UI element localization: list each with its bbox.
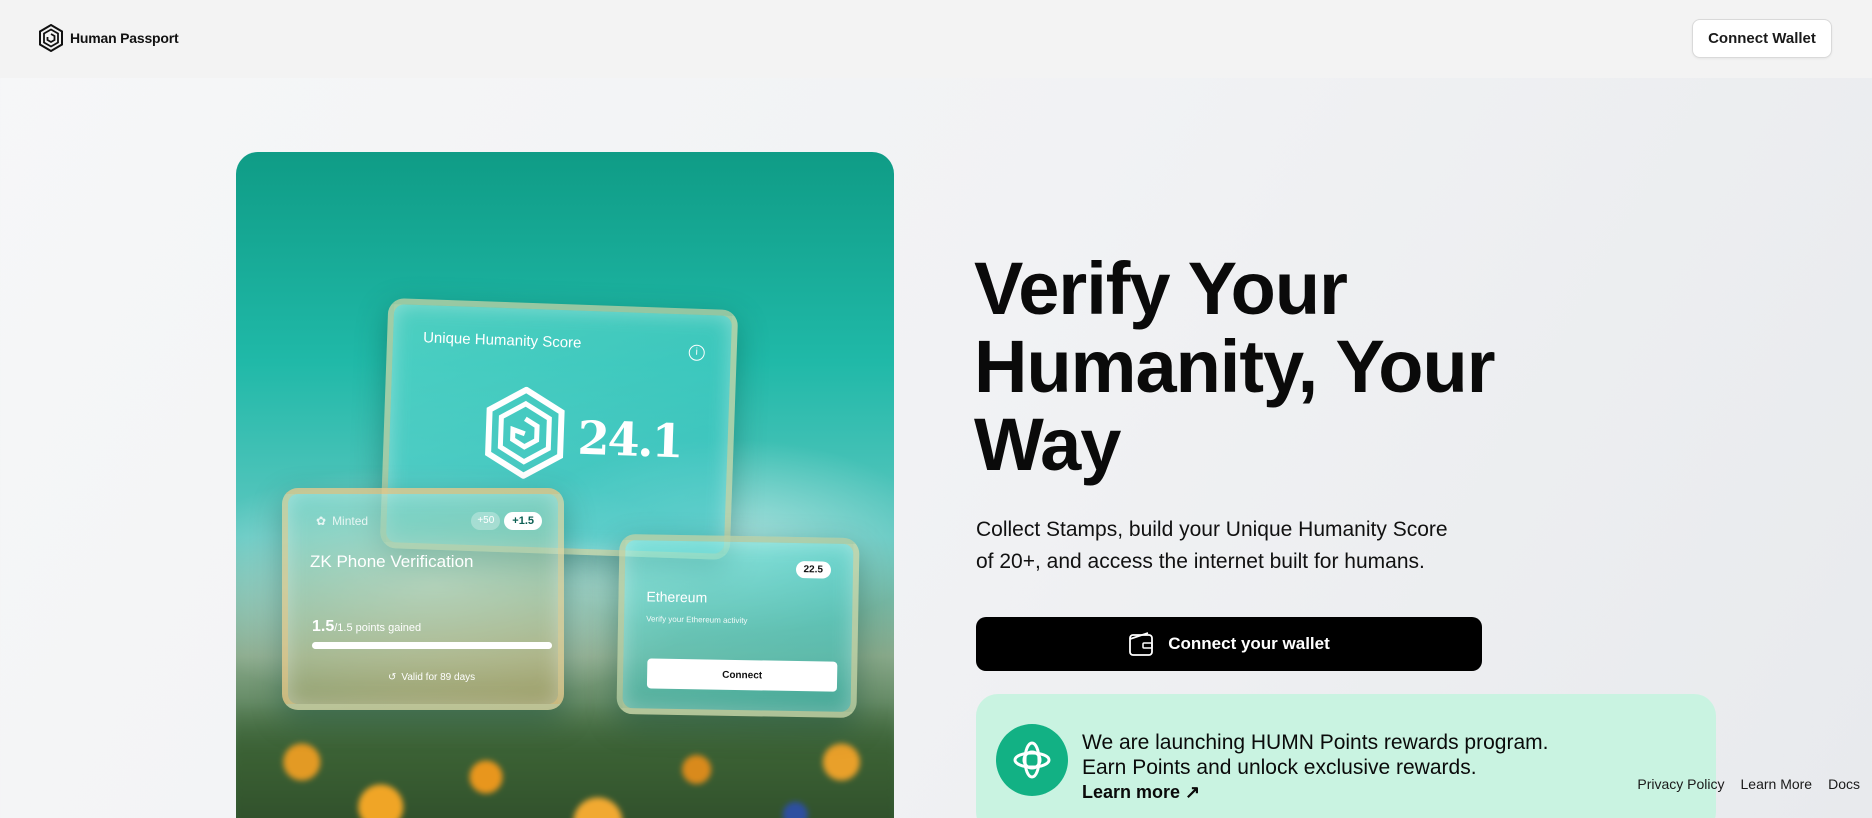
brand[interactable]: Human Passport: [38, 24, 179, 52]
page-headline: Verify Your Humanity, Your Way: [974, 250, 1594, 484]
flower-meadow: [236, 702, 894, 818]
humn-points-icon: [996, 724, 1068, 796]
subtext-line-1: Collect Stamps, build your Unique Humani…: [976, 518, 1448, 541]
ethereum-stamp-card: 22.5 Ethereum Verify your Ethereum activ…: [616, 533, 860, 719]
docs-link[interactable]: Docs: [1828, 776, 1860, 792]
connect-your-wallet-label: Connect your wallet: [1168, 634, 1330, 653]
footer-links: Privacy Policy Learn More Docs: [1637, 776, 1860, 792]
headline-line-3: Way: [974, 403, 1121, 486]
connect-wallet-button[interactable]: Connect Wallet: [1692, 19, 1832, 58]
points-label: points gained: [355, 622, 422, 634]
minted-label: Minted: [332, 514, 369, 528]
promo-text: We are launching HUMN Points rewards pro…: [1082, 730, 1548, 780]
points-gained: 1.5/1.5 points gained: [312, 618, 421, 636]
points-progress-fill: [312, 642, 552, 649]
eth-connect-button: Connect: [646, 658, 838, 692]
passport-hexagon-icon: [485, 386, 565, 480]
validity-text: Valid for 89 days: [401, 672, 476, 683]
hero-illustration: Unique Humanity Score i 24.1 ✿ Minted +5…: [236, 152, 894, 818]
validity: ↺ Valid for 89 days: [388, 672, 475, 683]
info-icon: i: [688, 344, 706, 362]
humanity-score-value: 24.1: [576, 410, 683, 469]
learn-more-footer-link[interactable]: Learn More: [1741, 776, 1813, 792]
score-card-title: Unique Humanity Score: [422, 329, 582, 352]
zk-phone-verification-card: ✿ Minted +50 +1.5 ZK Phone Verification …: [282, 488, 564, 710]
points-badge: +50: [471, 512, 501, 530]
eth-card-subtitle: Verify your Ethereum activity: [646, 614, 748, 626]
stamp-flower-icon: ✿: [316, 514, 327, 528]
brand-name: Human Passport: [70, 30, 179, 46]
minted-status: ✿ Minted: [316, 514, 368, 528]
connect-your-wallet-button[interactable]: Connect your wallet: [976, 617, 1482, 671]
zk-card-title: ZK Phone Verification: [310, 552, 474, 571]
points-value: 1.5: [312, 618, 335, 635]
eth-score-badge: 22.5: [795, 560, 832, 579]
human-passport-logo-icon: [39, 24, 63, 52]
top-navigation-bar: Human Passport Connect Wallet: [0, 0, 1872, 78]
wallet-icon: [1129, 632, 1154, 656]
privacy-policy-link[interactable]: Privacy Policy: [1637, 776, 1724, 792]
promo-line-2: Earn Points and unlock exclusive rewards…: [1082, 756, 1477, 779]
eth-card-title: Ethereum: [646, 588, 708, 606]
zk-badges: +50 +1.5: [471, 512, 542, 530]
humn-points-promo-banner: We are launching HUMN Points rewards pro…: [976, 694, 1716, 818]
history-icon: ↺: [388, 672, 397, 683]
promo-line-1: We are launching HUMN Points rewards pro…: [1082, 731, 1549, 754]
page-subtext: Collect Stamps, build your Unique Humani…: [976, 514, 1476, 578]
learn-more-link[interactable]: Learn more ↗: [1082, 782, 1200, 803]
points-progress-bar: [312, 642, 552, 649]
subtext-line-2: of 20+, and access the internet built fo…: [976, 550, 1425, 573]
headline-line-2: Humanity, Your: [974, 325, 1496, 408]
score-badge: +1.5: [504, 512, 542, 530]
points-total: /1.5: [334, 622, 353, 634]
headline-line-1: Verify Your: [974, 247, 1348, 330]
orbit-icon: [1013, 741, 1051, 779]
